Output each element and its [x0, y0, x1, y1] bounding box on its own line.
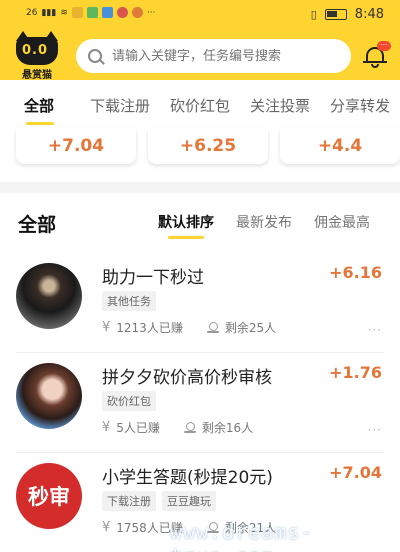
notification-badge: ···: [377, 41, 391, 51]
app-header: 26 ▮▮▮ ≋ ··· ▯ 8:48 0.0 悬赏猫 ···: [0, 0, 400, 81]
status-right: ▯ 8:48: [311, 7, 384, 22]
search-input[interactable]: [112, 48, 342, 64]
task-reward: +7.04: [329, 463, 382, 482]
vibrate-icon: ▯: [310, 8, 317, 21]
remaining-count: 剩余25人: [224, 321, 277, 335]
more-options-icon[interactable]: ···: [368, 423, 382, 437]
status-left: 26 ▮▮▮ ≋ ···: [26, 7, 155, 18]
status-bar: 26 ▮▮▮ ≋ ··· ▯ 8:48: [0, 0, 400, 30]
app-notification-icon: [86, 7, 98, 18]
task-tags: 其他任务: [102, 291, 156, 311]
task-meta: ¥ 1213人已赚 剩余25人: [102, 319, 276, 336]
avatar: [16, 263, 82, 329]
sort-default[interactable]: 默认排序: [158, 212, 214, 239]
tab-download-register[interactable]: 下载注册: [90, 95, 150, 116]
search-bar[interactable]: [76, 39, 351, 73]
yen-icon: ¥: [102, 420, 111, 435]
task-row[interactable]: 助力一下秒过 +6.16 其他任务 ¥ 1213人已赚 剩余25人 ···: [0, 253, 400, 353]
task-reward: +6.16: [329, 263, 382, 282]
sort-newest[interactable]: 最新发布: [236, 212, 292, 232]
bell-icon-base: [363, 61, 387, 63]
bell-icon-clapper: [371, 64, 379, 68]
featured-card-price[interactable]: +4.4: [280, 128, 400, 164]
earned-count: 5人已赚: [116, 421, 160, 435]
remaining-count: 剩余16人: [201, 421, 254, 435]
network-label: 26: [26, 7, 38, 18]
app-notification-icon: [71, 7, 83, 18]
task-tag: 下载注册: [102, 491, 156, 511]
task-title: 拼夕夕砍价高价秒审核: [102, 368, 272, 388]
task-reward: +1.76: [329, 363, 382, 382]
avatar: 秒审: [16, 463, 82, 529]
list-title: 全部: [18, 214, 57, 236]
app-notification-icon: [101, 7, 113, 18]
wifi-icon: ≋: [60, 7, 68, 18]
notification-button[interactable]: ···: [362, 41, 391, 71]
status-time: 8:48: [354, 7, 384, 22]
app-notification-icon: [116, 7, 128, 18]
app-logo: 0.0 悬赏猫: [14, 31, 60, 81]
tab-all[interactable]: 全部: [24, 95, 55, 125]
task-tag: 砍价红包: [102, 391, 156, 411]
signal-icon: ▮▮▮: [41, 7, 57, 18]
task-meta: ¥ 5人已赚 剩余16人: [102, 419, 253, 436]
watermark: www.dreams-true.com: [170, 520, 314, 552]
task-row[interactable]: 拼夕夕砍价高价秒审核 +1.76 砍价红包 ¥ 5人已赚 剩余16人 ···: [0, 353, 400, 453]
task-tags: 下载注册 豆豆趣玩: [102, 491, 216, 511]
avatar-text: 秒审: [28, 485, 70, 509]
task-title: 助力一下秒过: [102, 268, 204, 288]
task-tag: 豆豆趣玩: [162, 491, 216, 511]
task-tags: 砍价红包: [102, 391, 156, 411]
featured-cards: +7.04 +6.25 +4.4: [0, 128, 400, 182]
user-icon: [206, 321, 219, 334]
featured-card-price[interactable]: +6.25: [148, 128, 268, 164]
task-title: 小学生答题(秒提20元): [102, 468, 273, 488]
earned-count: 1213人已赚: [116, 321, 183, 335]
yen-icon: ¥: [102, 520, 111, 535]
tab-share-forward[interactable]: 分享转发: [330, 95, 390, 116]
user-icon: [183, 421, 196, 434]
tab-bargain-redpacket[interactable]: 砍价红包: [170, 95, 230, 116]
sort-highest-commission[interactable]: 佣金最高: [314, 212, 370, 232]
yen-icon: ¥: [102, 320, 111, 335]
featured-card-price[interactable]: +7.04: [16, 128, 136, 164]
list-header: 全部 默认排序 最新发布 佣金最高: [0, 193, 400, 249]
task-list: 全部 默认排序 最新发布 佣金最高 助力一下秒过 +6.16 其他任务 ¥ 12…: [0, 193, 400, 552]
logo-text: 悬赏猫: [22, 70, 52, 81]
avatar: [16, 363, 82, 429]
more-notifications-icon: ···: [146, 7, 156, 18]
app-notification-icon: [131, 7, 143, 18]
tab-follow-vote[interactable]: 关注投票: [250, 95, 310, 116]
task-tag: 其他任务: [102, 291, 156, 311]
category-tabs: 全部 下载注册 砍价红包 关注投票 分享转发: [0, 80, 400, 130]
logo-eyes: 0.0: [21, 43, 49, 58]
battery-icon: [324, 9, 347, 20]
more-options-icon[interactable]: ···: [368, 323, 382, 337]
search-icon: [88, 49, 102, 63]
